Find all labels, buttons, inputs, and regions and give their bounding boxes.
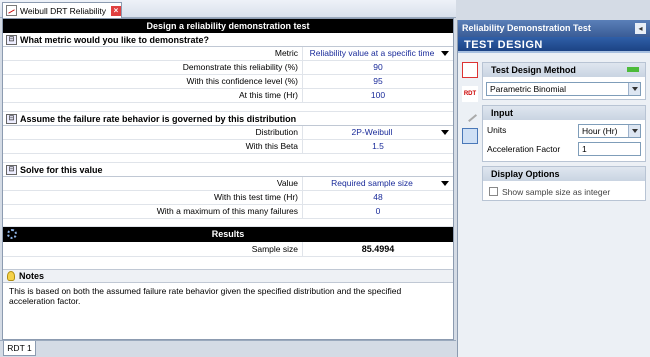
method-select[interactable]: Parametric Binomial [486, 82, 641, 96]
section-metric-header: ⊟ What metric would you like to demonstr… [3, 33, 453, 47]
value-dropdown[interactable]: Required sample size [302, 177, 453, 190]
spacer [3, 154, 453, 163]
group-title: Input [491, 108, 513, 118]
table-row: With a maximum of this many failures 0 [3, 205, 453, 219]
table-row: Metric Reliability value at a specific t… [3, 47, 453, 61]
max-failures-input[interactable]: 0 [302, 205, 453, 218]
sheet-tab-rdt1[interactable]: RDT 1 [3, 341, 36, 356]
document-tab-title: Weibull DRT Reliability [20, 5, 106, 16]
distribution-value: 2P-Weibull [351, 127, 393, 137]
group-header: Test Design Method [483, 63, 645, 77]
collapse-section-icon[interactable]: ⊟ [6, 34, 17, 45]
beta-input[interactable]: 1.5 [302, 140, 453, 153]
calculate-gear-icon[interactable] [7, 229, 17, 239]
dropdown-arrow-icon[interactable] [441, 51, 449, 56]
group-title: Display Options [491, 169, 560, 179]
panel-title: Reliability Demonstration Test [462, 23, 591, 33]
collapse-panel-icon[interactable]: ◂ [635, 23, 646, 34]
table-row: With this Beta 1.5 [3, 140, 453, 154]
notes-title: Notes [19, 271, 45, 281]
reliability-input[interactable]: 90 [302, 61, 453, 74]
table-row: At this time (Hr) 100 [3, 89, 453, 103]
value-label: Value [276, 178, 298, 188]
table-row: Demonstrate this reliability (%) 90 [3, 61, 453, 75]
sample-size-integer-checkbox[interactable] [489, 187, 498, 196]
metric-dropdown[interactable]: Reliability value at a specific time [302, 47, 453, 60]
panel-side-toolbar: RDT [460, 58, 480, 152]
spacer [3, 219, 453, 227]
table-row: Distribution 2P-Weibull [3, 126, 453, 140]
check-chart-icon[interactable] [462, 128, 478, 144]
document-tab-strip: Weibull DRT Reliability × [0, 0, 456, 18]
panel-title-bar: Reliability Demonstration Test ◂ [458, 20, 650, 37]
time-input[interactable]: 100 [302, 89, 453, 102]
accel-input[interactable]: 1 [578, 142, 641, 156]
distribution-label: Distribution [255, 127, 298, 137]
spacer [3, 103, 453, 112]
checkbox-label: Show sample size as integer [502, 187, 611, 197]
metric-label: Metric [274, 48, 298, 58]
group-header: Display Options [483, 167, 645, 181]
input-group: Input Units Hour (Hr) Acceleration Facto… [482, 105, 646, 162]
distribution-dropdown[interactable]: 2P-Weibull [302, 126, 453, 139]
group-title: Test Design Method [491, 65, 576, 75]
test-time-input[interactable]: 48 [302, 191, 453, 204]
lightbulb-icon [7, 271, 15, 281]
rdt-worksheet: Design a reliability demonstration test … [2, 18, 454, 340]
units-value: Hour (Hr) [582, 126, 618, 136]
metric-value: Reliability value at a specific time [309, 48, 435, 58]
dropdown-arrow-icon[interactable] [441, 181, 449, 186]
document-tab[interactable]: Weibull DRT Reliability × [2, 2, 122, 18]
control-panel: Reliability Demonstration Test ◂ Test De… [457, 20, 650, 357]
collapse-section-icon[interactable]: ⊟ [6, 113, 17, 124]
panel-banner: Test Design [458, 37, 650, 53]
section-metric-title: What metric would you like to demonstrat… [20, 34, 210, 45]
section-distribution-header: ⊟ Assume the failure rate behavior is go… [3, 112, 453, 126]
close-icon[interactable]: × [110, 5, 121, 16]
group-header: Input [483, 106, 645, 120]
results-title: Results [211, 229, 245, 239]
table-row: With this confidence level (%) 95 [3, 75, 453, 89]
method-selected: Parametric Binomial [490, 84, 567, 94]
test-design-method-group: Test Design Method Parametric Binomial [482, 62, 646, 100]
chevron-down-icon[interactable] [628, 83, 640, 95]
sample-size-value: 85.4994 [302, 242, 453, 256]
time-label: At this time (Hr) [238, 90, 298, 100]
notes-text: This is based on both the assumed failur… [9, 286, 402, 306]
reliability-label: Demonstrate this reliability (%) [182, 62, 298, 72]
units-label: Units [487, 125, 507, 135]
units-select[interactable]: Hour (Hr) [578, 124, 641, 138]
results-header: Results [3, 227, 453, 242]
section-distribution-title: Assume the failure rate behavior is gove… [20, 113, 297, 124]
rdt-icon[interactable]: RDT [462, 86, 478, 102]
chevron-down-icon[interactable] [628, 125, 640, 137]
status-indicator-icon [627, 67, 639, 72]
sheet-tab-strip: RDT 1 [0, 340, 456, 357]
table-row: Value Required sample size [3, 177, 453, 191]
confidence-label: With this confidence level (%) [186, 76, 299, 86]
section-solve-title: Solve for this value [20, 164, 103, 175]
confidence-input[interactable]: 95 [302, 75, 453, 88]
calendar-icon[interactable] [462, 62, 478, 78]
section-solve-header: ⊟ Solve for this value [3, 163, 453, 177]
value-value: Required sample size [331, 178, 413, 188]
test-time-label: With this test time (Hr) [213, 192, 298, 202]
table-row: With this test time (Hr) 48 [3, 191, 453, 205]
max-failures-label: With a maximum of this many failures [156, 206, 298, 216]
dropdown-arrow-icon[interactable] [441, 130, 449, 135]
weibull-chart-icon [6, 5, 17, 16]
notes-header: Notes [3, 269, 453, 283]
accel-label: Acceleration Factor [487, 144, 561, 154]
collapse-section-icon[interactable]: ⊟ [6, 164, 17, 175]
pencil-icon[interactable] [462, 107, 478, 123]
table-row: Sample size 85.4994 [3, 242, 453, 257]
beta-label: With this Beta [245, 141, 298, 151]
display-options-group: Display Options Show sample size as inte… [482, 166, 646, 201]
worksheet-header: Design a reliability demonstration test [3, 19, 453, 33]
sample-size-label: Sample size [251, 244, 298, 254]
